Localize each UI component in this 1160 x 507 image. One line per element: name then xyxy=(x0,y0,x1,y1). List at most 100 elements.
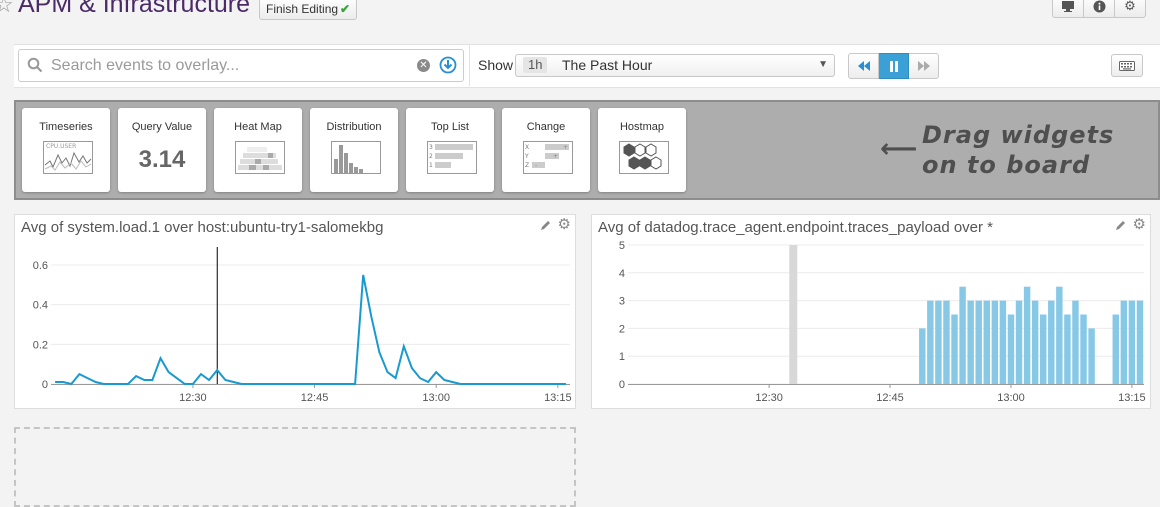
widget-label: Heat Map xyxy=(234,121,282,133)
rewind-button[interactable] xyxy=(848,53,879,79)
y-tick-label: 0 xyxy=(619,379,625,391)
search-input[interactable] xyxy=(49,54,433,78)
x-tick-label: 12:30 xyxy=(179,392,207,404)
x-tick-label: 12:30 xyxy=(755,392,783,404)
clear-icon[interactable]: ✕ xyxy=(417,59,430,72)
bar xyxy=(1007,314,1015,384)
bar-widget-traces-payload[interactable]: Avg of datadog.trace_agent.endpoint.trac… xyxy=(591,214,1151,409)
bar xyxy=(967,300,974,384)
bar xyxy=(1031,300,1039,384)
bar-chart: 0 1 2 3 4 5 12:30 12:45 13:00 13:15 xyxy=(619,240,1146,404)
favorite-star-icon[interactable]: ☆ xyxy=(0,0,14,18)
bar xyxy=(1120,300,1128,384)
timeseries-widget-load[interactable]: Avg of system.load.1 over host:ubuntu-tr… xyxy=(14,214,576,409)
bar xyxy=(1088,328,1095,384)
gear-icon[interactable]: ⚙ xyxy=(1115,0,1146,18)
keyboard-shortcuts-button[interactable] xyxy=(1111,54,1143,77)
bar xyxy=(943,300,950,384)
widget-change[interactable]: Change X Y Z + + - xyxy=(502,108,590,192)
svg-text:+: + xyxy=(563,144,568,151)
keyboard-icon xyxy=(1119,60,1135,71)
empty-widget-slot[interactable] xyxy=(14,427,576,507)
bar xyxy=(1023,286,1031,384)
finish-editing-label: Finish Editing xyxy=(266,2,339,16)
monitor-icon[interactable] xyxy=(1052,0,1084,18)
rewind-icon xyxy=(857,61,870,71)
drag-hint-line2: on to board xyxy=(922,151,1091,179)
info-icon[interactable] xyxy=(1084,0,1115,18)
y-tick-label: 3 xyxy=(619,296,625,308)
toplist-rank: 3 xyxy=(429,144,433,151)
bar xyxy=(919,328,926,384)
toplist-rank: 1 xyxy=(429,162,433,169)
timeseries-icon: CPU.USER xyxy=(43,141,93,174)
distribution-icon xyxy=(331,141,381,174)
y-tick-label: 0.6 xyxy=(33,260,48,272)
query-value-sample: 3.14 xyxy=(138,146,186,173)
x-tick-label: 13:15 xyxy=(544,392,572,404)
bar xyxy=(983,300,991,384)
widget-label: Timeseries xyxy=(39,121,93,133)
arrow-left-icon: ⟵ xyxy=(880,134,919,164)
y-tick-label: 1 xyxy=(619,351,625,363)
widget-timeseries[interactable]: Timeseries CPU.USER xyxy=(22,108,110,192)
bar xyxy=(1072,300,1079,384)
timeframe-badge: 1h xyxy=(523,57,548,73)
widget-label: Change xyxy=(526,121,566,133)
overlay-toggle-icon[interactable] xyxy=(439,56,457,74)
timeframe-label: The Past Hour xyxy=(562,57,653,73)
x-tick-label: 12:45 xyxy=(876,392,904,404)
y-tick-label: 4 xyxy=(619,268,625,280)
y-tick-label: 0 xyxy=(42,379,48,391)
bar xyxy=(1048,300,1055,384)
header-button-group: ⚙ xyxy=(1052,0,1146,18)
search-icon xyxy=(27,57,43,73)
widget-label: Distribution xyxy=(326,121,382,133)
event-search-box[interactable]: ✕ xyxy=(18,49,464,82)
event-marker-band xyxy=(789,245,798,384)
widget-label: Query Value xyxy=(131,121,193,133)
show-label: Show xyxy=(478,57,514,73)
hostmap-icon xyxy=(619,141,669,174)
timeseries-sample-label: CPU.USER xyxy=(46,143,76,150)
svg-text:-: - xyxy=(535,162,537,169)
x-tick-label: 13:15 xyxy=(1118,392,1146,404)
bar xyxy=(927,300,934,384)
y-tick-label: 2 xyxy=(619,323,625,335)
y-tick-label: 5 xyxy=(619,240,625,252)
bar xyxy=(1112,314,1120,384)
pause-button[interactable] xyxy=(879,53,909,79)
bar xyxy=(999,300,1007,384)
drag-hint-line1: Drag widgets xyxy=(922,121,1115,149)
bar xyxy=(1056,286,1063,384)
pause-icon xyxy=(889,60,898,72)
bar xyxy=(1064,314,1071,384)
fast-forward-button[interactable] xyxy=(909,53,939,79)
widget-distribution[interactable]: Distribution xyxy=(310,108,398,192)
widget-query-value[interactable]: Query Value 3.14 xyxy=(118,108,206,192)
bar xyxy=(935,300,942,384)
timeframe-select[interactable]: 1h The Past Hour ▼ xyxy=(515,54,835,77)
widget-label: Hostmap xyxy=(619,121,665,133)
x-tick-label: 12:45 xyxy=(301,392,329,404)
bar xyxy=(1128,300,1136,384)
line-chart: 0 0.2 0.4 0.6 12:30 12:45 13:00 13:15 xyxy=(33,247,572,404)
playback-controls xyxy=(848,53,939,79)
bar xyxy=(1080,314,1087,384)
dashboard-title: APM & Infrastructure xyxy=(18,0,251,18)
bar xyxy=(975,300,982,384)
widget-hostmap[interactable]: Hostmap xyxy=(598,108,686,192)
change-row-label: Z xyxy=(525,162,529,169)
series-line xyxy=(55,274,566,386)
change-row-label: Y xyxy=(524,153,529,160)
checkmark-icon: ✔ xyxy=(340,2,351,16)
y-tick-label: 0.4 xyxy=(33,300,48,312)
bar xyxy=(1015,300,1023,384)
widget-heat-map[interactable]: Heat Map xyxy=(214,108,302,192)
chevron-down-icon: ▼ xyxy=(818,59,828,70)
change-icon: X Y Z + + - xyxy=(523,141,573,174)
widget-top-list[interactable]: Top List 3 2 1 xyxy=(406,108,494,192)
finish-editing-button[interactable]: Finish Editing ✔ xyxy=(259,0,358,20)
toplist-rank: 2 xyxy=(429,153,433,160)
toplist-icon: 3 2 1 xyxy=(427,141,477,174)
